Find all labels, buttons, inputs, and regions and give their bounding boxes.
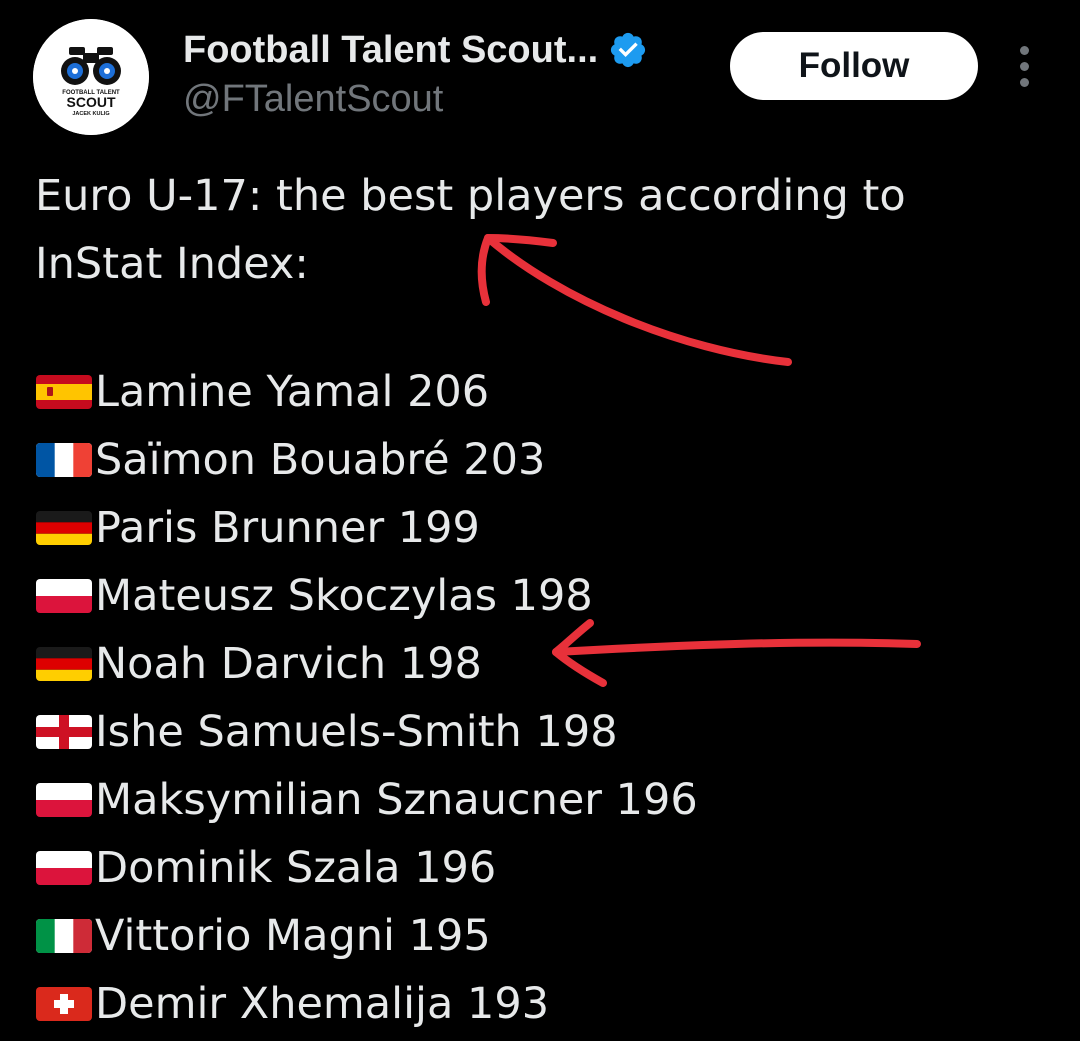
display-name-row[interactable]: Football Talent Scout... xyxy=(183,26,648,74)
player-entry: Vittorio Magni 195 xyxy=(95,911,491,961)
spain-flag-icon xyxy=(36,375,92,409)
list-item: Ishe Samuels-Smith 198 xyxy=(35,698,698,766)
list-item: Mateusz Skoczylas 198 xyxy=(35,562,698,630)
binoculars-logo-icon: FOOTBALL TALENT SCOUT JACEK KULIG xyxy=(33,19,149,135)
italy-flag-icon xyxy=(36,919,92,953)
avatar-text-bottom: JACEK KULIG xyxy=(72,111,109,117)
list-item: Paris Brunner 199 xyxy=(35,494,698,562)
avatar[interactable]: FOOTBALL TALENT SCOUT JACEK KULIG xyxy=(33,19,149,135)
list-item: Dominik Szala 196 xyxy=(35,834,698,902)
tweet-text: Euro U-17: the best players according to… xyxy=(35,162,1065,298)
switzerland-flag-icon xyxy=(36,987,92,1021)
player-list: Lamine Yamal 206 Saïmon Bouabré 203 Pari… xyxy=(35,358,698,1038)
tweet-intro: Euro U-17: the best players according to… xyxy=(35,171,906,289)
poland-flag-icon xyxy=(36,851,92,885)
player-entry: Mateusz Skoczylas 198 xyxy=(95,571,593,621)
tweet-header: FOOTBALL TALENT SCOUT JACEK KULIG Footba… xyxy=(0,0,1080,150)
player-entry: Demir Xhemalija 193 xyxy=(95,979,550,1029)
list-item: Vittorio Magni 195 xyxy=(35,902,698,970)
more-dot xyxy=(1020,78,1029,87)
list-item: Saïmon Bouabré 203 xyxy=(35,426,698,494)
list-item: Lamine Yamal 206 xyxy=(35,358,698,426)
england-flag-icon xyxy=(36,715,92,749)
player-entry: Ishe Samuels-Smith 198 xyxy=(95,707,618,757)
display-name[interactable]: Football Talent Scout... xyxy=(183,29,598,72)
list-item: Maksymilian Sznaucner 196 xyxy=(35,766,698,834)
poland-flag-icon xyxy=(36,783,92,817)
france-flag-icon xyxy=(36,443,92,477)
avatar-text-main: SCOUT xyxy=(67,94,116,110)
player-entry: Dominik Szala 196 xyxy=(95,843,497,893)
germany-flag-icon xyxy=(36,647,92,681)
more-vertical-icon[interactable] xyxy=(1014,44,1034,90)
poland-flag-icon xyxy=(36,579,92,613)
player-entry: Paris Brunner 199 xyxy=(95,503,480,553)
more-dot xyxy=(1020,46,1029,55)
player-entry: Noah Darvich 198 xyxy=(95,639,482,689)
account-handle[interactable]: @FTalentScout xyxy=(183,78,443,121)
player-entry: Lamine Yamal 206 xyxy=(95,367,490,417)
follow-button[interactable]: Follow xyxy=(730,32,978,100)
list-item: Demir Xhemalija 193 xyxy=(35,970,698,1038)
list-item: Noah Darvich 198 xyxy=(35,630,698,698)
player-entry: Saïmon Bouabré 203 xyxy=(95,435,546,485)
more-dot xyxy=(1020,62,1029,71)
player-entry: Maksymilian Sznaucner 196 xyxy=(95,775,698,825)
verified-badge-icon xyxy=(611,32,646,68)
germany-flag-icon xyxy=(36,511,92,545)
